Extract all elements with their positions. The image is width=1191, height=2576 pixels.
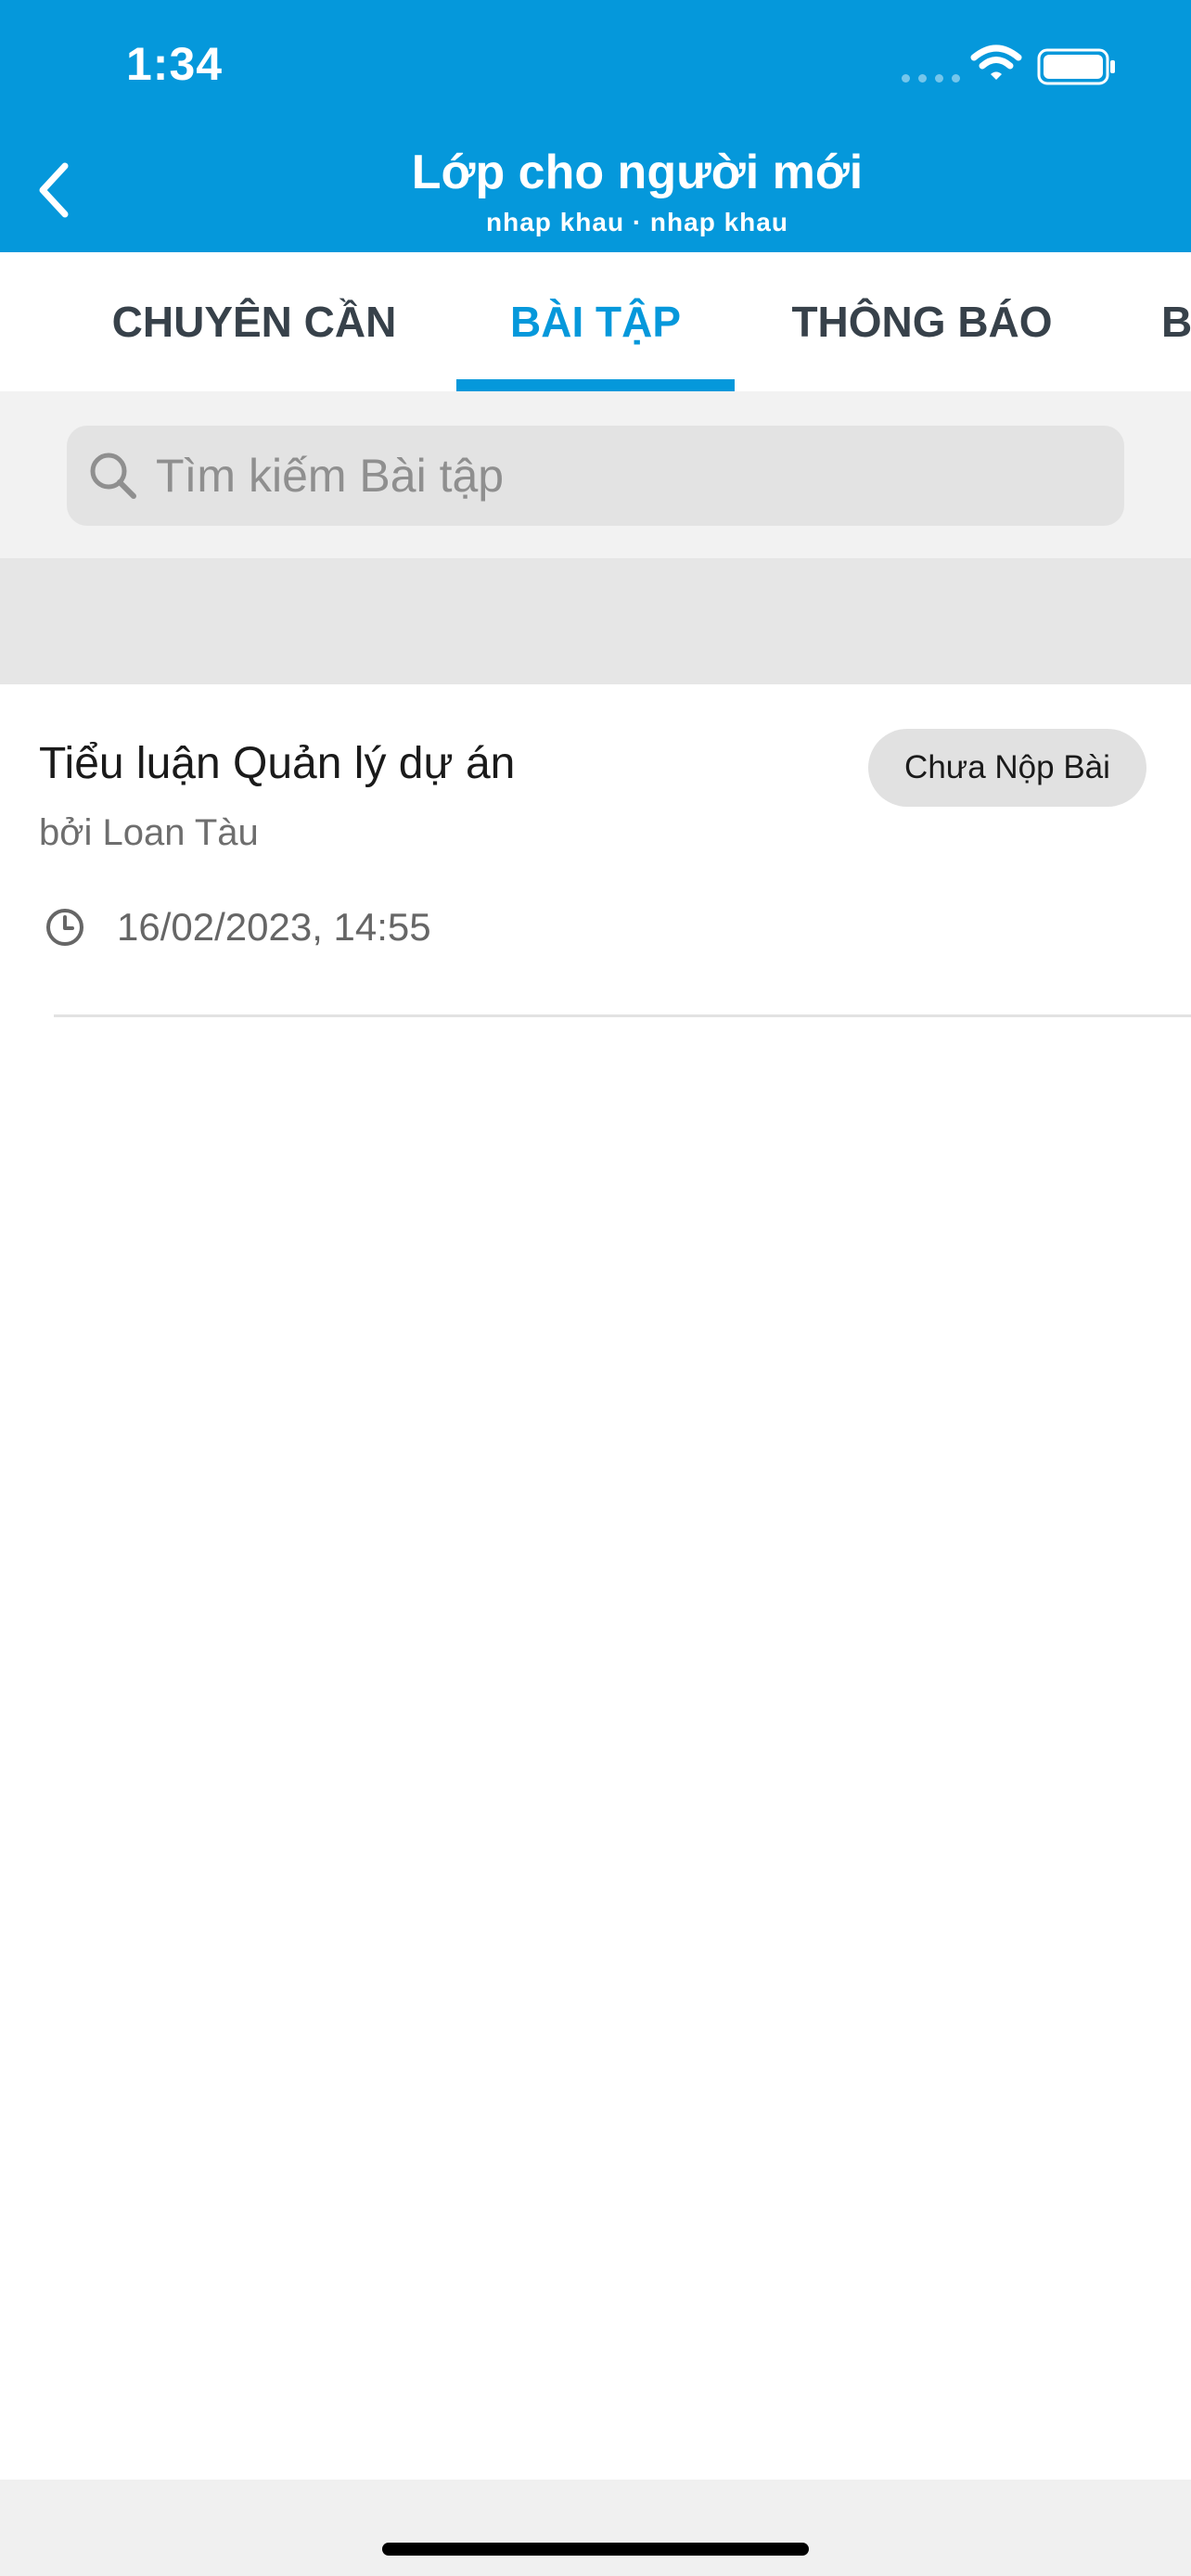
tab-announcements[interactable]: THÔNG BÁO: [775, 252, 1069, 391]
search-box[interactable]: [67, 426, 1124, 526]
page-title: Lớp cho người mới: [411, 146, 864, 199]
app-header: 1:34 Lớp cho người mới nhap khau · nhap …: [0, 0, 1191, 252]
home-indicator[interactable]: [382, 2543, 809, 2556]
page-subtitle: nhap khau · nhap khau: [486, 208, 788, 236]
assignment-author: bởi Loan Tàu: [39, 812, 259, 853]
search-input[interactable]: [154, 448, 1082, 504]
tab-more[interactable]: B: [1161, 252, 1191, 391]
tab-attendance[interactable]: CHUYÊN CẦN: [93, 252, 416, 391]
row-divider: [54, 1014, 1191, 1017]
cellular-signal-icon: [902, 74, 960, 83]
tab-assignments[interactable]: BÀI TẬP: [456, 252, 735, 391]
bottom-safe-area: [0, 2480, 1191, 2576]
search-area: [0, 391, 1191, 558]
wifi-icon: [970, 45, 1022, 80]
search-icon: [90, 453, 136, 499]
section-header: [0, 558, 1191, 684]
assignment-title: Tiểu luận Quản lý dự án: [39, 739, 516, 788]
status-badge: Chưa Nộp Bài: [868, 729, 1146, 807]
assignment-list-item[interactable]: Tiểu luận Quản lý dự án bởi Loan Tàu Chư…: [0, 684, 1191, 1018]
tab-bar: CHUYÊN CẦN BÀI TẬP THÔNG BÁO B: [0, 252, 1191, 391]
active-tab-indicator: [456, 379, 735, 391]
battery-icon: [1037, 48, 1115, 85]
status-time: 1:34: [126, 38, 224, 90]
clock-icon: [46, 909, 83, 946]
assignment-due-date: 16/02/2023, 14:55: [117, 905, 431, 949]
